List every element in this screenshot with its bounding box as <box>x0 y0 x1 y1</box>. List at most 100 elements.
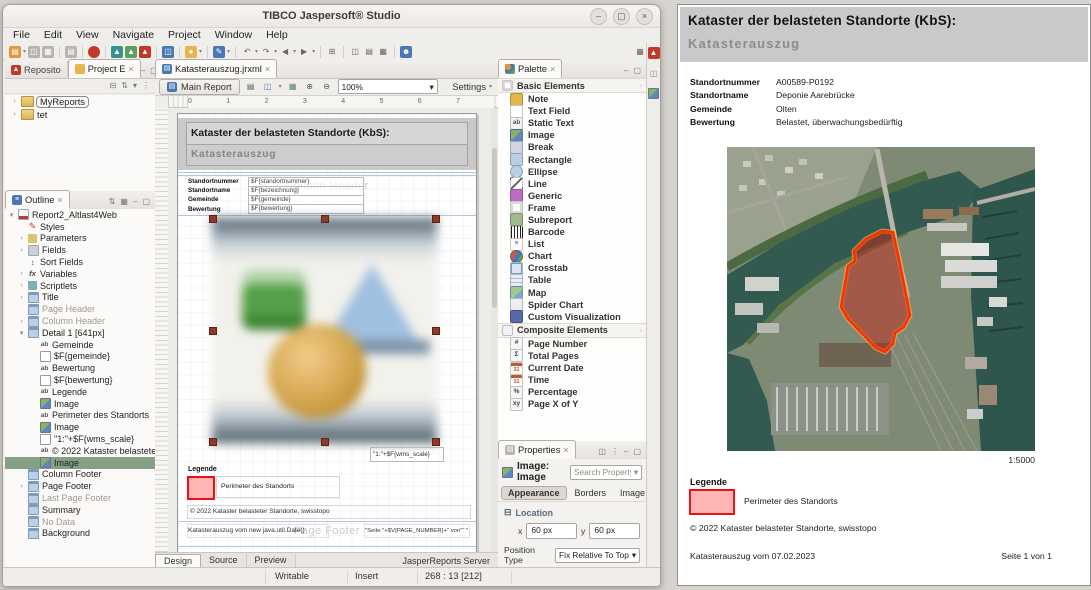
outline-item[interactable]: Column Footer <box>5 469 155 481</box>
legend-label-box[interactable]: Perimeter des Standorts <box>216 476 340 498</box>
design-title[interactable]: Kataster der belasteten Standorte (KbS): <box>186 122 468 145</box>
sort-icon[interactable]: ⇅ <box>109 197 116 206</box>
outline-item[interactable]: Image <box>5 398 155 410</box>
dropdown-caret-icon[interactable]: ▾ <box>227 48 230 55</box>
menu-item[interactable]: Navigate <box>113 29 154 41</box>
separator[interactable] <box>82 46 83 58</box>
forward-icon[interactable]: ▶ <box>298 46 310 58</box>
project-tree-item[interactable]: › tet <box>5 108 155 121</box>
compile-icon[interactable]: ✎ <box>213 46 225 58</box>
resize-handle[interactable] <box>432 438 440 446</box>
dropdown-caret-icon[interactable]: ▾ <box>255 48 258 55</box>
legend-title[interactable]: Legende <box>188 466 217 473</box>
close-icon[interactable]: × <box>636 8 653 25</box>
jaspersoft-icon[interactable]: ▲ <box>648 47 660 59</box>
position-type-combo[interactable]: Fix Relative To Top ▾ <box>555 548 640 563</box>
resize-handle[interactable] <box>432 215 440 223</box>
print-icon[interactable]: ▤ <box>65 46 77 58</box>
footer-date-expression[interactable]: Katasterauszug vom new java.util.Date() <box>187 524 329 538</box>
new-window-icon[interactable]: ⊞ <box>326 46 338 58</box>
pin-icon[interactable]: ◦ <box>639 326 642 335</box>
outline-item[interactable]: Image <box>5 421 155 433</box>
design-image-element[interactable] <box>212 218 437 443</box>
close-icon[interactable]: × <box>128 64 133 74</box>
design-canvas[interactable]: Kataster der belasteten Standorte (KbS):… <box>168 108 498 552</box>
palette-item[interactable]: 31 Time <box>498 374 646 386</box>
palette-item[interactable]: Text Field <box>498 105 646 117</box>
outline-item[interactable]: ab Perimeter des Standorts <box>5 410 155 422</box>
maximize-panel-icon[interactable]: ▢ <box>633 447 641 456</box>
maximize-panel-icon[interactable]: ▢ <box>142 197 150 206</box>
minimize-panel-icon[interactable]: – <box>624 66 628 75</box>
collapse-icon[interactable]: ⊟ <box>504 507 512 518</box>
resize-handle[interactable] <box>209 327 217 335</box>
minimize-panel-icon[interactable]: – <box>133 197 137 206</box>
separator[interactable] <box>59 46 60 58</box>
editor-mode-tab[interactable]: Design <box>155 554 201 567</box>
back-icon[interactable]: ◀ <box>279 46 291 58</box>
separator[interactable] <box>207 46 208 58</box>
palette-item[interactable]: Custom Visualization <box>498 311 646 323</box>
resize-handle[interactable] <box>321 438 329 446</box>
save-all-icon[interactable]: ▦ <box>42 46 54 58</box>
palette-item[interactable]: Crosstab <box>498 262 646 274</box>
editor-mode-tab[interactable]: Preview <box>247 554 296 567</box>
design-subtitle[interactable]: Katasterauszug <box>186 144 468 166</box>
search-property-combo[interactable]: Search Property ▾ <box>570 465 642 480</box>
minimize-panel-icon[interactable]: – <box>141 66 145 75</box>
project-tree-item[interactable]: › MyReports <box>5 95 155 108</box>
properties-tab[interactable]: Appearance <box>501 486 567 500</box>
separator[interactable] <box>179 46 180 58</box>
zoom-level-combo[interactable]: 100% ▾ <box>338 79 438 94</box>
restore-view-icon[interactable]: ◫ <box>650 69 658 78</box>
pin-icon[interactable]: ◦ <box>639 81 642 90</box>
close-icon[interactable]: × <box>265 64 270 74</box>
resize-handle[interactable] <box>209 215 217 223</box>
separator[interactable] <box>105 46 106 58</box>
outline-item[interactable]: Image <box>5 457 155 469</box>
outline-item[interactable]: ab Gemeinde <box>5 339 155 351</box>
palette-item[interactable]: # Page Number <box>498 338 646 350</box>
properties-tab[interactable]: Image <box>614 487 646 499</box>
maximize-icon[interactable]: ▢ <box>613 8 630 25</box>
maximize-panel-icon[interactable]: ▢ <box>633 66 641 75</box>
debug-icon[interactable] <box>88 46 100 58</box>
palette-item[interactable]: Rectangle <box>498 153 646 165</box>
location-section[interactable]: ⊟ Location <box>504 507 640 518</box>
palette-item[interactable]: Chart <box>498 250 646 262</box>
resize-handle[interactable] <box>209 438 217 446</box>
outline-item[interactable]: Summary <box>5 504 155 516</box>
dropdown-caret-icon[interactable]: ▾ <box>23 48 26 55</box>
menu-item[interactable]: Window <box>215 29 252 41</box>
outline-item[interactable]: › Column Header <box>5 315 155 327</box>
image-view-icon[interactable] <box>648 88 659 99</box>
palette-item[interactable]: Image <box>498 129 646 141</box>
outline-item[interactable]: No Data <box>5 516 155 528</box>
outline-item[interactable]: $F{gemeinde} <box>5 351 155 363</box>
outline-item[interactable]: Background <box>5 528 155 540</box>
outline-item[interactable]: › fx Variables <box>5 268 155 280</box>
outline-item[interactable]: › Scriptlets <box>5 280 155 292</box>
properties-tab[interactable]: Borders <box>569 487 613 499</box>
grid-layout-icon[interactable]: ▦ <box>377 46 389 58</box>
legend-swatch[interactable] <box>187 476 215 500</box>
scale-expression[interactable]: "1:"+$F{wms_scale} <box>370 447 444 462</box>
tab-properties[interactable]: ▤ Properties × <box>498 440 576 459</box>
palette-item[interactable]: Spider Chart <box>498 299 646 311</box>
dropdown-caret-icon[interactable]: ▾ <box>293 48 296 55</box>
palette-item[interactable]: Table <box>498 274 646 286</box>
outline-item[interactable]: $F{bewertung} <box>5 374 155 386</box>
footer-page-expression[interactable]: "Seite "+$V{PAGE_NUMBER}+" von"" " + <box>364 524 470 538</box>
outline-item[interactable]: ✎ Styles <box>5 221 155 233</box>
palette-item[interactable]: ab Static Text <box>498 117 646 129</box>
save-icon[interactable]: ◫ <box>28 46 40 58</box>
separator[interactable] <box>320 46 321 58</box>
palette-item[interactable]: Line <box>498 178 646 190</box>
editor-mode-tab[interactable]: Source <box>201 554 247 567</box>
publish-icon[interactable]: ▲ <box>125 46 137 58</box>
palette-section-basic[interactable]: Basic Elements ◦ <box>498 78 646 93</box>
close-icon[interactable]: × <box>57 195 62 205</box>
view-icon[interactable]: ▦ <box>120 197 128 206</box>
separator[interactable] <box>343 46 344 58</box>
new-report-icon[interactable]: ▤ <box>9 46 21 58</box>
